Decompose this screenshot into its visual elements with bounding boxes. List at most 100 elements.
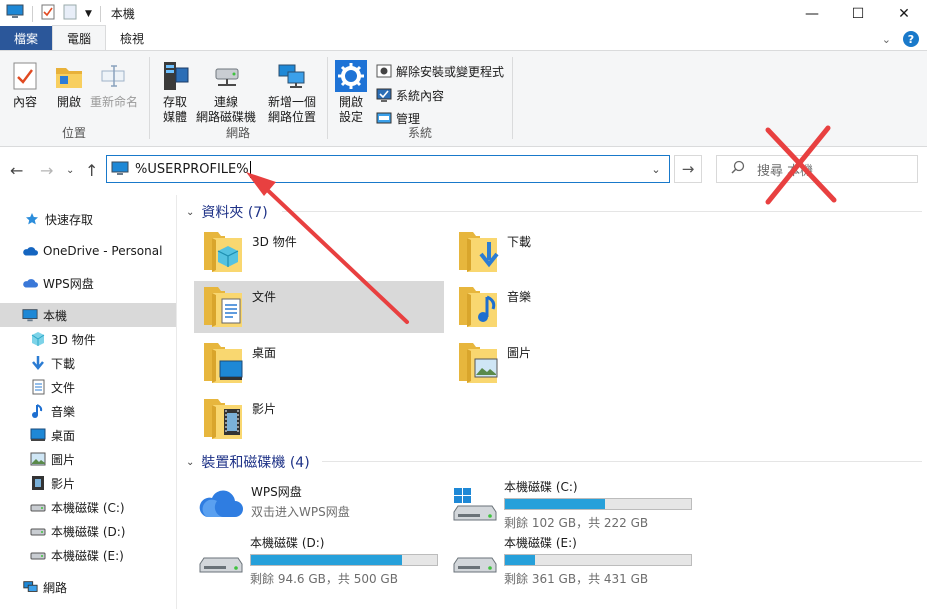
wps-cloud-icon (22, 275, 38, 291)
system-properties-icon (376, 87, 392, 103)
drive-c[interactable]: 本機磁碟 (C:) 剩餘 102 GB，共 222 GB (450, 478, 692, 531)
customize-toolbar-icon[interactable]: ▼ (85, 9, 92, 19)
sidebar-item-this-pc[interactable]: 本機 (0, 303, 176, 327)
search-placeholder: 搜尋 本機 (757, 163, 814, 179)
new-folder-quick-icon[interactable] (63, 4, 77, 23)
drives-section-header[interactable]: ⌄ 裝置和磁碟機 (4) (186, 452, 310, 472)
drive-usage-bar (504, 554, 692, 566)
drive-free-space: 剩餘 361 GB，共 431 GB (504, 572, 649, 586)
folder-documents[interactable]: 文件 (194, 281, 444, 333)
network-icon (22, 579, 38, 595)
drive-name: 本機磁碟 (C:) (504, 480, 578, 494)
tab-computer[interactable]: 電腦 (52, 25, 107, 50)
properties-button[interactable]: 內容 (8, 59, 42, 110)
sidebar-item-network[interactable]: 網路 (0, 575, 176, 599)
folder-music[interactable]: 音樂 (449, 281, 699, 333)
drive-usage-fill (505, 499, 606, 509)
ribbon-group-system: 開啟 設定 解除安裝或變更程式 系統內容 管理 系統 (328, 55, 512, 143)
onedrive-cloud-icon (22, 243, 38, 259)
help-icon[interactable]: ? (903, 31, 919, 47)
rename-icon (97, 59, 131, 93)
sidebar-item-drive-d[interactable]: 本機磁碟 (D:) (0, 519, 176, 543)
sidebar-item-pictures[interactable]: 圖片 (0, 447, 176, 471)
sidebar-item-drive-c[interactable]: 本機磁碟 (C:) (0, 495, 176, 519)
collapse-chevron-icon[interactable]: ⌄ (186, 207, 194, 218)
uninstall-programs-button[interactable]: 解除安裝或變更程式 (376, 61, 504, 81)
drive-name: 本機磁碟 (D:) (250, 536, 325, 550)
sidebar-item-downloads[interactable]: 下載 (0, 351, 176, 375)
this-pc-icon (22, 307, 38, 323)
drive-usage-fill (505, 555, 535, 565)
3d-objects-icon (30, 331, 46, 347)
close-button[interactable]: ✕ (881, 0, 927, 27)
downloads-folder-icon (457, 228, 499, 274)
pictures-icon (30, 451, 46, 467)
folder-videos[interactable]: 影片 (194, 393, 444, 445)
sidebar-item-drive-e[interactable]: 本機磁碟 (E:) (0, 543, 176, 567)
address-bar[interactable]: %USERPROFILE% ⌄ (106, 155, 670, 183)
add-network-location-button[interactable]: 新增一個 網路位置 (268, 59, 316, 125)
rename-button[interactable]: 重新命名 (90, 59, 138, 110)
drive-usage-fill (251, 555, 402, 565)
address-dropdown-chevron-icon[interactable]: ⌄ (643, 156, 669, 182)
settings-gear-icon (334, 59, 368, 93)
folder-downloads[interactable]: 下載 (449, 226, 699, 278)
recent-locations-chevron-icon[interactable]: ⌄ (66, 165, 74, 176)
search-icon (731, 160, 745, 178)
ribbon-group-label-network: 網路 (225, 126, 250, 140)
documents-folder-icon (202, 283, 244, 329)
system-properties-button[interactable]: 系統內容 (376, 85, 444, 105)
drive-icon (30, 547, 46, 563)
media-access-icon (158, 59, 192, 93)
folders-section-header[interactable]: ⌄ 資料夾 (7) (186, 202, 268, 222)
sidebar-item-onedrive[interactable]: OneDrive - Personal (0, 239, 176, 263)
wps-cloud-icon (197, 483, 245, 531)
properties-quick-icon[interactable] (41, 4, 55, 23)
up-arrow-icon[interactable]: ↑ (85, 161, 98, 180)
ribbon-group-label-system: 系統 (407, 126, 432, 140)
media-access-button[interactable]: 存取 媒體 (158, 59, 192, 125)
open-settings-button[interactable]: 開啟 設定 (334, 59, 368, 125)
forward-arrow-icon[interactable]: → (40, 161, 53, 180)
address-input[interactable]: %USERPROFILE% (135, 162, 249, 177)
music-folder-icon (457, 283, 499, 329)
documents-icon (30, 379, 46, 395)
folder-pictures[interactable]: 圖片 (449, 337, 699, 389)
sidebar-item-wps-cloud[interactable]: WPS网盘 (0, 271, 176, 295)
music-icon (30, 403, 46, 419)
sidebar-item-quick-access[interactable]: 快速存取 (0, 207, 176, 231)
windows-drive-icon (450, 478, 498, 526)
maximize-button[interactable]: ☐ (835, 0, 881, 27)
open-button[interactable]: 開啟 (52, 59, 86, 110)
network-location-icon (275, 59, 309, 93)
sidebar-item-desktop[interactable]: 桌面 (0, 423, 176, 447)
sidebar-item-documents[interactable]: 文件 (0, 375, 176, 399)
collapse-chevron-icon[interactable]: ⌄ (186, 457, 194, 468)
back-arrow-icon[interactable]: ← (10, 161, 23, 180)
search-input[interactable]: 搜尋 本機 (716, 155, 918, 183)
tab-file[interactable]: 檔案 (0, 26, 53, 50)
window-title: 本機 (110, 7, 135, 21)
downloads-icon (30, 355, 46, 371)
map-network-drive-button[interactable]: 連線 網路磁碟機 (196, 59, 256, 125)
drive-icon (30, 499, 46, 515)
quick-access-star-icon (24, 211, 40, 227)
drive-e[interactable]: 本機磁碟 (E:) 剩餘 361 GB，共 431 GB (450, 534, 692, 587)
folder-desktop[interactable]: 桌面 (194, 337, 444, 389)
this-pc-address-icon (111, 161, 129, 177)
ribbon-group-network: 存取 媒體 連線 網路磁碟機 新增一個 網路位置 網路 (150, 55, 326, 143)
ribbon: 內容 開啟 重新命名 位置 存取 媒體 連線 網路磁碟機 新增一個 網路位置 網… (0, 51, 927, 147)
tab-view[interactable]: 檢視 (106, 26, 158, 50)
title-bar: ▼ 本機 — ☐ ✕ (0, 0, 927, 27)
drive-wps-cloud[interactable]: WPS网盘 双击进入WPS网盘 (197, 483, 350, 531)
drive-subtitle: 双击进入WPS网盘 (251, 505, 350, 519)
sidebar-item-videos[interactable]: 影片 (0, 471, 176, 495)
minimize-button[interactable]: — (789, 0, 835, 27)
sidebar-item-3d-objects[interactable]: 3D 物件 (0, 327, 176, 351)
go-arrow-button[interactable]: → (674, 155, 702, 183)
folder-3d-objects[interactable]: 3D 物件 (194, 226, 444, 278)
drive-icon (196, 534, 244, 582)
expand-ribbon-icon[interactable]: ⌄ (882, 33, 891, 46)
drive-d[interactable]: 本機磁碟 (D:) 剩餘 94.6 GB，共 500 GB (196, 534, 438, 587)
sidebar-item-music[interactable]: 音樂 (0, 399, 176, 423)
